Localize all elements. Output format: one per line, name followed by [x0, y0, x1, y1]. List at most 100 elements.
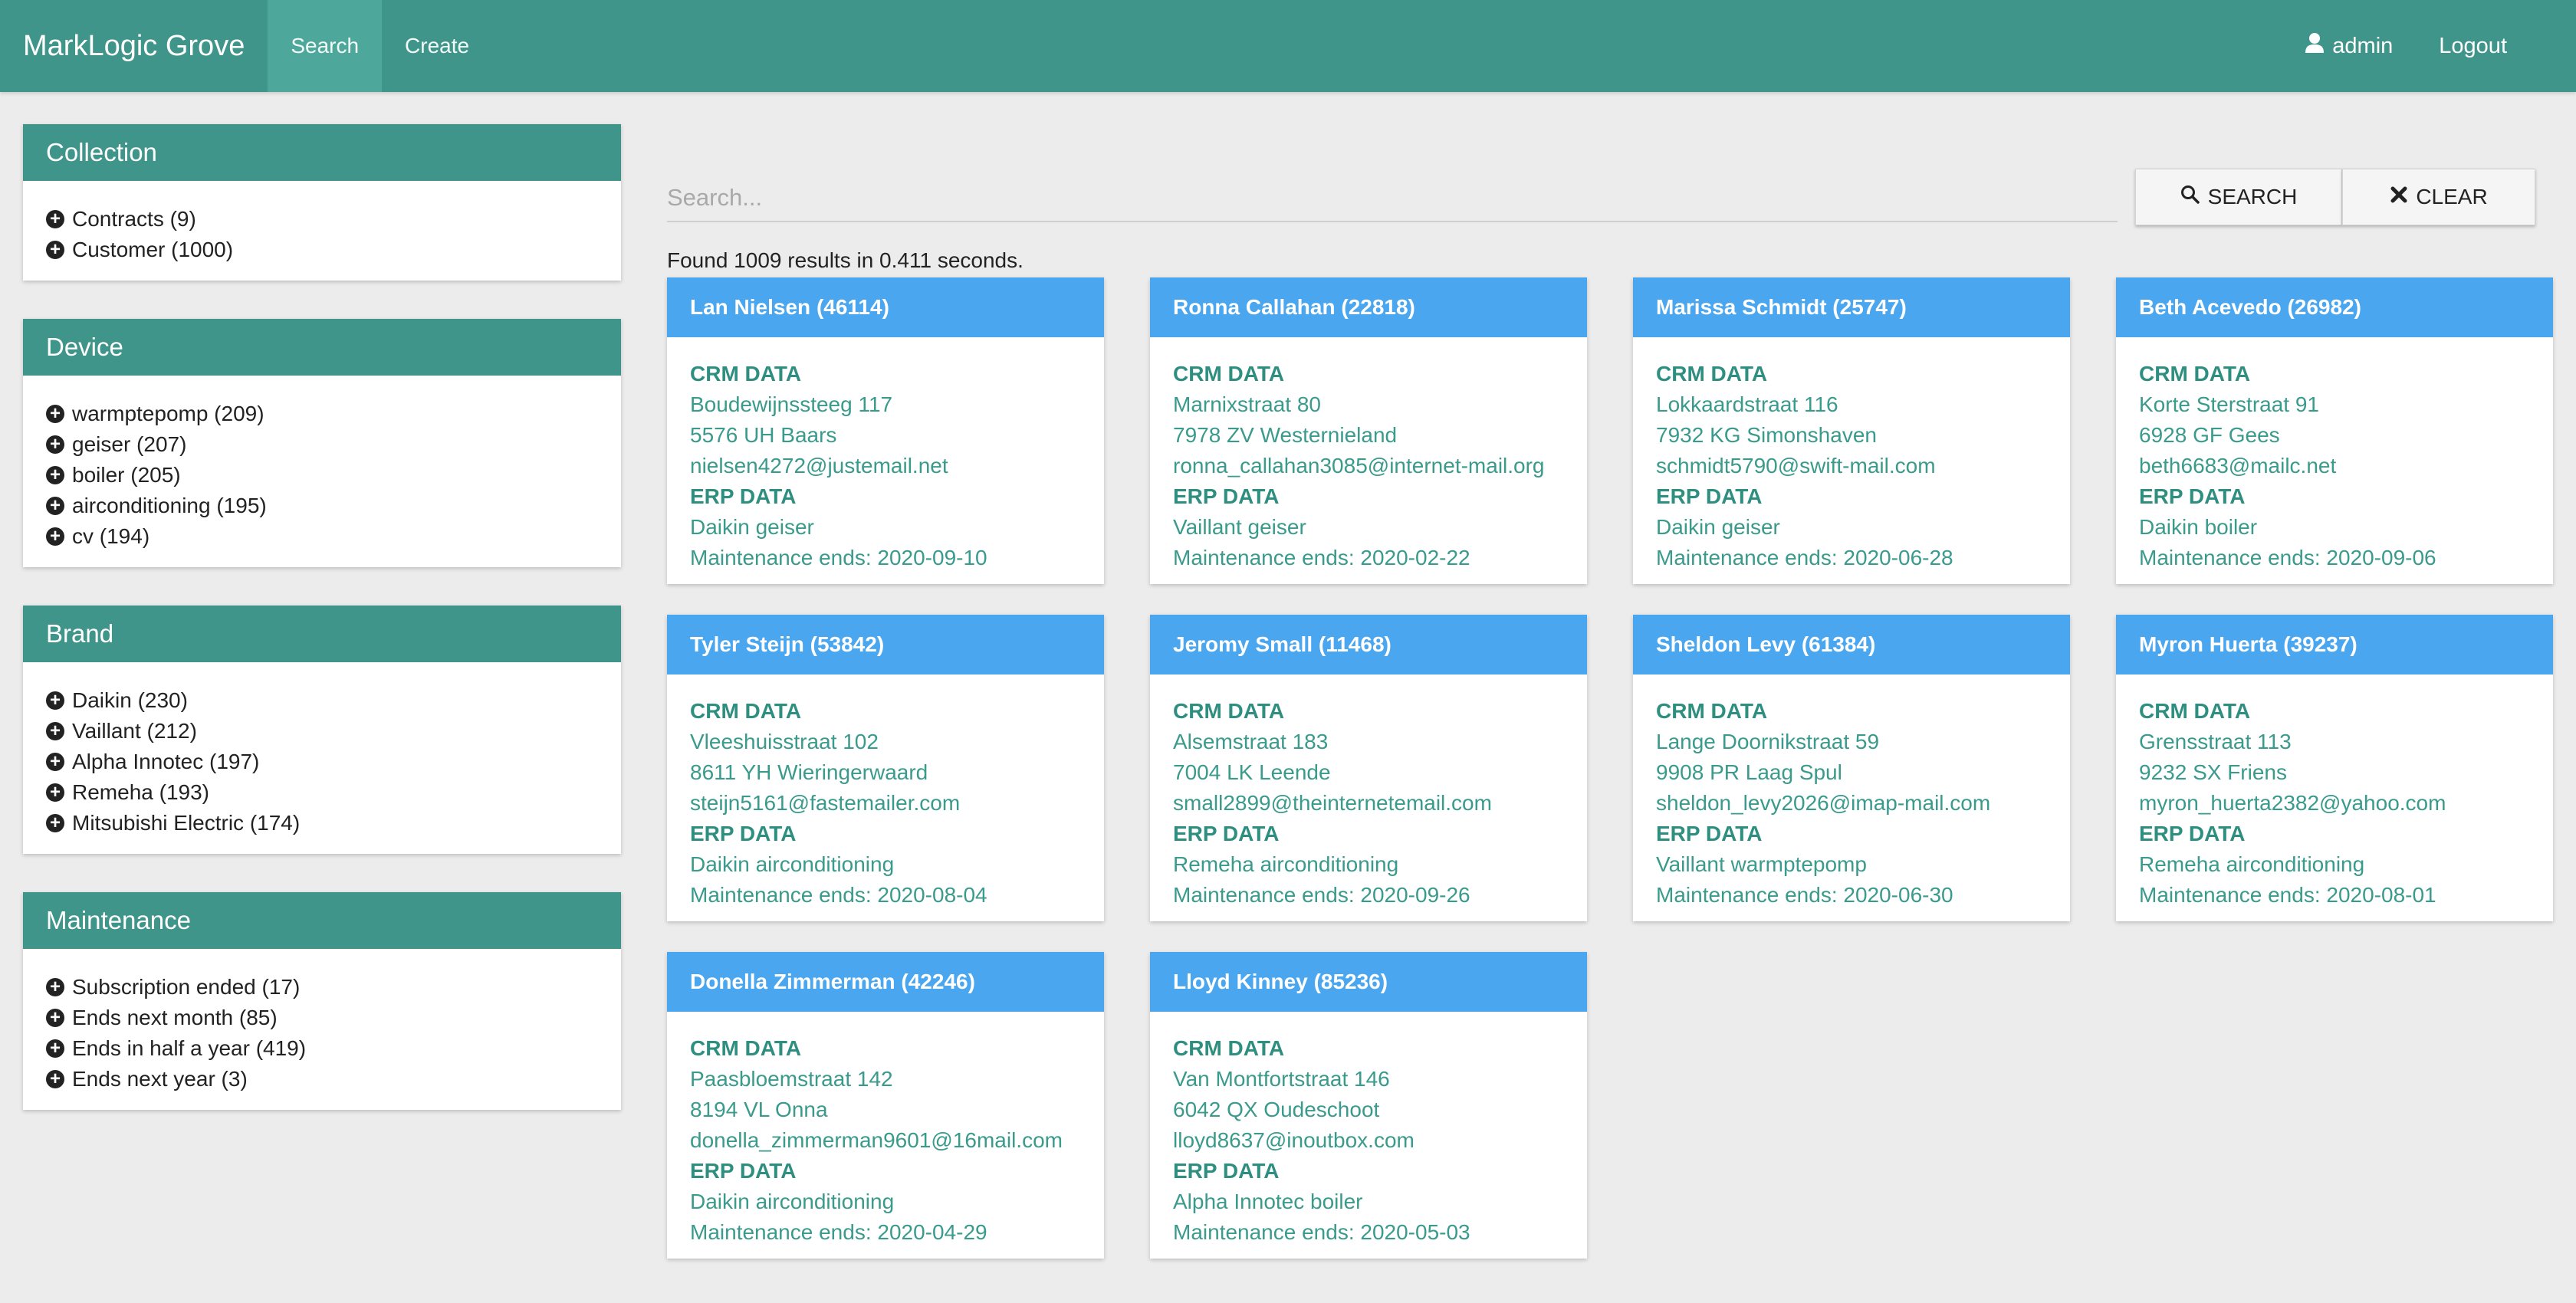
facet-item[interactable]: + Ends next month (85)	[46, 1003, 598, 1033]
facet-item[interactable]: + airconditioning (195)	[46, 491, 598, 521]
result-card-body: CRM DATA Grensstraat 113 9232 SX Friens …	[2116, 674, 2553, 911]
result-card-body: CRM DATA Lokkaardstraat 116 7932 KG Simo…	[1633, 337, 2070, 573]
plus-circle-icon: +	[46, 1009, 64, 1027]
facet-title: Device	[23, 319, 621, 376]
plus-circle-icon: +	[46, 435, 64, 454]
result-card-body: CRM DATA Van Montfortstraat 146 6042 QX …	[1150, 1012, 1587, 1248]
result-card-title[interactable]: Beth Acevedo (26982)	[2116, 277, 2553, 337]
result-card-title[interactable]: Lloyd Kinney (85236)	[1150, 952, 1587, 1012]
result-card-title[interactable]: Jeromy Small (11468)	[1150, 615, 1587, 674]
result-card-title[interactable]: Myron Huerta (39237)	[2116, 615, 2553, 674]
search-icon	[2180, 185, 2200, 210]
facet-item[interactable]: + Vaillant (212)	[46, 716, 598, 747]
facet-item-label: Daikin (230)	[72, 688, 188, 712]
plus-circle-icon: +	[46, 497, 64, 515]
crm-data-label: CRM DATA	[2139, 699, 2251, 723]
email: ronna_callahan3085@internet-mail.org	[1173, 454, 1545, 478]
facet-list: + Daikin (230) + Vaillant (212) + Alpha Inn…	[23, 662, 621, 854]
erp-data-label: ERP DATA	[690, 484, 797, 508]
nav-link-search[interactable]: Search	[268, 0, 383, 92]
facet-collection: Collection + Contracts (9) + Customer (100…	[23, 124, 621, 281]
street: Lokkaardstraat 116	[1656, 392, 1838, 416]
result-card-title[interactable]: Tyler Steijn (53842)	[667, 615, 1104, 674]
erp-data-label: ERP DATA	[1173, 822, 1280, 845]
facet-maintenance: Maintenance + Subscription ended (17) + En…	[23, 892, 621, 1110]
brand-title[interactable]: MarkLogic Grove	[0, 0, 268, 92]
result-card-body: CRM DATA Alsemstraat 183 7004 LK Leende …	[1150, 674, 1587, 911]
result-card-title[interactable]: Sheldon Levy (61384)	[1633, 615, 2070, 674]
device: Alpha Innotec boiler	[1173, 1190, 1363, 1213]
facet-item[interactable]: + Subscription ended (17)	[46, 972, 598, 1003]
maintenance: Maintenance ends: 2020-09-06	[2139, 546, 2436, 569]
facet-title: Collection	[23, 124, 621, 181]
facet-item[interactable]: + geiser (207)	[46, 429, 598, 460]
result-card[interactable]: Marissa Schmidt (25747) CRM DATA Lokkaar…	[1633, 277, 2070, 584]
facet-item-label: cv (194)	[72, 524, 150, 548]
facet-item[interactable]: + warmptepomp (209)	[46, 399, 598, 429]
facet-item[interactable]: + cv (194)	[46, 521, 598, 552]
crm-data-label: CRM DATA	[1173, 699, 1285, 723]
facet-item[interactable]: + Ends next year (3)	[46, 1064, 598, 1095]
facet-item-label: airconditioning (195)	[72, 494, 267, 517]
result-card[interactable]: Donella Zimmerman (42246) CRM DATA Paasb…	[667, 952, 1104, 1259]
logout-link[interactable]: Logout	[2416, 34, 2576, 59]
street: Marnixstraat 80	[1173, 392, 1321, 416]
result-card-body: CRM DATA Lange Doornikstraat 59 9908 PR …	[1633, 674, 2070, 911]
city: 5576 UH Baars	[690, 423, 837, 447]
plus-circle-icon: +	[46, 241, 64, 259]
result-card-title[interactable]: Marissa Schmidt (25747)	[1633, 277, 2070, 337]
facet-item[interactable]: + Customer (1000)	[46, 235, 598, 265]
user-menu[interactable]: admin	[2282, 32, 2416, 60]
crm-data-label: CRM DATA	[690, 362, 802, 386]
nav-link-create[interactable]: Create	[382, 0, 492, 92]
result-card[interactable]: Myron Huerta (39237) CRM DATA Grensstraa…	[2116, 615, 2553, 921]
facet-item[interactable]: + Remeha (193)	[46, 777, 598, 808]
result-card[interactable]: Ronna Callahan (22818) CRM DATA Marnixst…	[1150, 277, 1587, 584]
facet-title: Maintenance	[23, 892, 621, 949]
search-button[interactable]: SEARCH	[2135, 169, 2342, 225]
facet-item[interactable]: + Mitsubishi Electric (174)	[46, 808, 598, 839]
facet-item[interactable]: + Contracts (9)	[46, 204, 598, 235]
result-card[interactable]: Jeromy Small (11468) CRM DATA Alsemstraa…	[1150, 615, 1587, 921]
result-card-body: CRM DATA Korte Sterstraat 91 6928 GF Gee…	[2116, 337, 2553, 573]
result-card-title[interactable]: Lan Nielsen (46114)	[667, 277, 1104, 337]
facet-item-label: Contracts (9)	[72, 207, 196, 231]
plus-circle-icon: +	[46, 753, 64, 771]
email: beth6683@mailc.net	[2139, 454, 2337, 478]
user-name: admin	[2332, 33, 2394, 58]
facet-item-label: Ends next year (3)	[72, 1067, 248, 1091]
street: Van Montfortstraat 146	[1173, 1067, 1390, 1091]
device: Remeha airconditioning	[1173, 852, 1399, 876]
email: lloyd8637@inoutbox.com	[1173, 1128, 1414, 1152]
facet-item-label: warmptepomp (209)	[72, 402, 264, 425]
facet-item-label: Ends next month (85)	[72, 1006, 278, 1029]
street: Korte Sterstraat 91	[2139, 392, 2320, 416]
result-card[interactable]: Lan Nielsen (46114) CRM DATA Boudewijnss…	[667, 277, 1104, 584]
city: 6928 GF Gees	[2139, 423, 2280, 447]
facet-item-label: Mitsubishi Electric (174)	[72, 811, 301, 835]
crm-data-label: CRM DATA	[1173, 1036, 1285, 1060]
maintenance: Maintenance ends: 2020-09-10	[690, 546, 987, 569]
facet-item[interactable]: + Alpha Innotec (197)	[46, 747, 598, 777]
facet-item-label: Alpha Innotec (197)	[72, 750, 260, 773]
plus-circle-icon: +	[46, 691, 64, 710]
result-card[interactable]: Tyler Steijn (53842) CRM DATA Vleeshuiss…	[667, 615, 1104, 921]
facet-item[interactable]: + Daikin (230)	[46, 685, 598, 716]
facet-item[interactable]: + Ends in half a year (419)	[46, 1033, 598, 1064]
facet-item-label: Subscription ended (17)	[72, 975, 301, 999]
result-card[interactable]: Sheldon Levy (61384) CRM DATA Lange Door…	[1633, 615, 2070, 921]
clear-button[interactable]: CLEAR	[2342, 169, 2535, 225]
plus-circle-icon: +	[46, 466, 64, 484]
result-card[interactable]: Lloyd Kinney (85236) CRM DATA Van Montfo…	[1150, 952, 1587, 1259]
result-card-title[interactable]: Donella Zimmerman (42246)	[667, 952, 1104, 1012]
plus-circle-icon: +	[46, 1039, 64, 1058]
email: myron_huerta2382@yahoo.com	[2139, 791, 2446, 815]
facet-item-label: Vaillant (212)	[72, 719, 197, 743]
street: Boudewijnssteeg 117	[690, 392, 893, 416]
search-input[interactable]	[667, 175, 2118, 222]
result-card[interactable]: Beth Acevedo (26982) CRM DATA Korte Ster…	[2116, 277, 2553, 584]
result-card-title[interactable]: Ronna Callahan (22818)	[1150, 277, 1587, 337]
plus-circle-icon: +	[46, 978, 64, 996]
facet-item[interactable]: + boiler (205)	[46, 460, 598, 491]
email: small2899@theinternetemail.com	[1173, 791, 1492, 815]
